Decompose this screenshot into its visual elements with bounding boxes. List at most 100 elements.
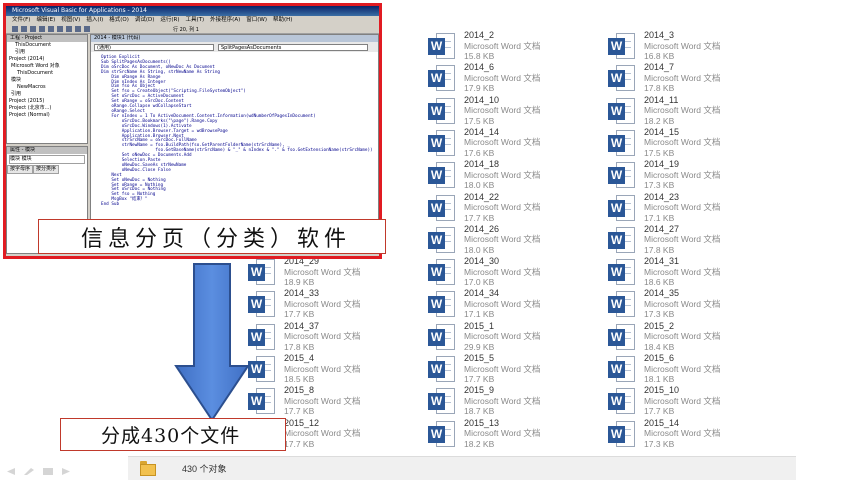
file-type: Microsoft Word 文档 (644, 428, 721, 439)
file-item[interactable]: W 2014_7 Microsoft Word 文档 17.8 KB (608, 62, 788, 94)
vba-menu-item[interactable]: 外接程序(A) (210, 16, 240, 25)
copy-icon[interactable] (48, 26, 54, 32)
file-item[interactable]: W 2015_8 Microsoft Word 文档 17.7 KB (248, 385, 428, 417)
file-name: 2015_13 (464, 417, 500, 428)
vba-menu-item[interactable]: 工具(T) (186, 16, 205, 25)
vba-menu-item[interactable]: 帮助(H) (273, 16, 292, 25)
vba-menu-item[interactable]: 格式(O) (109, 16, 129, 25)
paste-icon[interactable] (57, 26, 63, 32)
word-document-icon: W (428, 290, 456, 318)
project-tree-node[interactable]: Project (2015) (7, 98, 87, 105)
file-item[interactable]: W 2015_6 Microsoft Word 文档 18.1 KB (608, 353, 788, 385)
word-document-icon: W (428, 387, 456, 415)
stop-icon[interactable] (84, 26, 90, 32)
project-tree-node[interactable]: Microsoft Word 对象 (7, 63, 87, 70)
project-tree-node[interactable]: 模块 (7, 77, 87, 84)
vba-menu-item[interactable]: 视图(V) (61, 16, 80, 25)
file-item[interactable]: W 2014_14 Microsoft Word 文档 17.6 KB (428, 127, 608, 159)
next-slide-icon[interactable] (61, 467, 73, 476)
file-item[interactable]: W 2014_30 Microsoft Word 文档 17.0 KB (428, 256, 608, 288)
code-editor[interactable]: Option Explicit Sub SplitPagesAsDocuments… (91, 52, 378, 208)
properties-selector[interactable]: 模块 模块 (9, 155, 85, 164)
file-size: 17.3 KB (644, 438, 675, 449)
file-size: 17.7 KB (644, 406, 675, 417)
cut-icon[interactable] (39, 26, 45, 32)
procedure-combo[interactable]: SplitPagesAsDocuments (218, 43, 368, 51)
vba-menu-item[interactable]: 调试(D) (135, 16, 155, 25)
file-item[interactable]: W 2015_2 Microsoft Word 文档 18.4 KB (608, 321, 788, 353)
file-item[interactable]: W 2014_33 Microsoft Word 文档 17.7 KB (248, 288, 428, 320)
file-item[interactable]: W 2014_29 Microsoft Word 文档 18.9 KB (248, 256, 428, 288)
file-item[interactable]: W 2014_11 Microsoft Word 文档 18.2 KB (608, 95, 788, 127)
pen-icon[interactable] (23, 467, 35, 476)
run-icon[interactable] (66, 26, 72, 32)
object-combo[interactable]: (通用) (94, 43, 214, 51)
file-item[interactable]: W 2014_6 Microsoft Word 文档 17.9 KB (428, 62, 608, 94)
project-tree-node[interactable]: 引用 (7, 91, 87, 98)
file-name: 2014_11 (644, 94, 679, 105)
file-item[interactable]: W 2014_22 Microsoft Word 文档 17.7 KB (428, 192, 608, 224)
tab-categorized[interactable]: 按分类序 (33, 165, 60, 174)
project-tree-node[interactable]: NewMacros (7, 84, 87, 91)
file-size: 17.7 KB (464, 374, 495, 384)
file-item[interactable]: W 2014_2 Microsoft Word 文档 15.8 KB (428, 30, 608, 62)
insert-module-icon[interactable] (21, 26, 27, 32)
properties-tabs: 按字母序 按分类序 (7, 165, 87, 174)
vba-menu-item[interactable]: 运行(R) (160, 16, 179, 25)
file-type: Microsoft Word 文档 (284, 395, 361, 406)
project-tree-node[interactable]: 引用 (7, 49, 87, 56)
file-item[interactable]: W 2015_13 Microsoft Word 文档 18.2 KB (428, 418, 608, 450)
save-icon[interactable] (30, 26, 36, 32)
vba-menu-item[interactable]: 窗口(W) (246, 16, 267, 25)
vba-menu-item[interactable]: 编辑(E) (36, 16, 55, 25)
file-item[interactable]: W 2014_27 Microsoft Word 文档 17.8 KB (608, 224, 788, 256)
file-item[interactable]: W 2014_23 Microsoft Word 文档 17.1 KB (608, 192, 788, 224)
file-item[interactable]: W 2014_10 Microsoft Word 文档 17.5 KB (428, 95, 608, 127)
vba-menu-item[interactable]: 文件(F) (12, 16, 30, 25)
word-document-icon: W (428, 129, 456, 157)
file-item[interactable]: W 2015_4 Microsoft Word 文档 18.5 KB (248, 353, 428, 385)
file-name: 2015_4 (284, 353, 315, 363)
file-type: Microsoft Word 文档 (284, 298, 361, 309)
word-document-icon: W (608, 258, 636, 286)
caption-software: 信息分页（分类）软件 (81, 226, 352, 252)
project-tree-node[interactable]: Project (北京市...) (7, 105, 87, 112)
file-name: 2014_37 (284, 320, 320, 331)
file-item[interactable]: W 2015_10 Microsoft Word 文档 17.7 KB (608, 385, 788, 417)
file-item[interactable]: W 2014_26 Microsoft Word 文档 18.0 KB (428, 224, 608, 256)
view-word-icon[interactable] (12, 26, 18, 32)
word-document-icon: W (608, 355, 636, 383)
file-name: 2014_2 (464, 30, 495, 40)
vba-menu-item[interactable]: 插入(I) (86, 16, 103, 25)
file-name: 2014_18 (464, 159, 500, 170)
project-tree-node[interactable]: ThisDocument (7, 70, 87, 77)
file-item[interactable]: W 2014_35 Microsoft Word 文档 17.3 KB (608, 288, 788, 320)
slides-menu-icon[interactable] (42, 467, 54, 476)
file-item[interactable]: W 2014_15 Microsoft Word 文档 17.5 KB (608, 127, 788, 159)
file-item[interactable]: W 2014_19 Microsoft Word 文档 17.3 KB (608, 159, 788, 191)
file-item[interactable]: W 2014_31 Microsoft Word 文档 18.6 KB (608, 256, 788, 288)
word-document-icon: W (608, 226, 636, 254)
file-size: 17.7 KB (464, 212, 495, 223)
caption-box-bottom: 分成430个文件 (60, 418, 286, 451)
project-tree-node[interactable]: ThisDocument (7, 42, 87, 49)
file-item[interactable]: W 2015_9 Microsoft Word 文档 18.7 KB (428, 385, 608, 417)
screen: W 2014_2 Microsoft Word 文档 15.8 KB W 2014_3 Mi… (0, 0, 864, 486)
project-tree-node[interactable]: Project (Normal) (7, 112, 87, 119)
file-item[interactable]: W 2014_34 Microsoft Word 文档 17.1 KB (428, 288, 608, 320)
file-size: 18.2 KB (644, 115, 675, 126)
file-item[interactable]: W 2015_14 Microsoft Word 文档 17.3 KB (608, 418, 788, 450)
file-item[interactable]: W 2015_5 Microsoft Word 文档 17.7 KB (428, 353, 608, 385)
vba-toolbar: 行 20, 列 1 (6, 25, 379, 34)
tab-alphabetic[interactable]: 按字母序 (7, 165, 34, 174)
file-item[interactable]: W 2014_37 Microsoft Word 文档 17.8 KB (248, 321, 428, 353)
file-size: 17.6 KB (464, 147, 495, 158)
file-item[interactable]: W 2014_18 Microsoft Word 文档 18.0 KB (428, 159, 608, 191)
file-item[interactable]: W 2014_3 Microsoft Word 文档 16.8 KB (608, 30, 788, 62)
pause-icon[interactable] (75, 26, 81, 32)
file-name: 2015_9 (464, 385, 495, 396)
project-tree-node[interactable]: Project (2014) (7, 56, 87, 63)
file-item[interactable]: W 2015_1 Microsoft Word 文档 29.9 KB (428, 321, 608, 353)
file-size: 17.1 KB (644, 212, 675, 223)
previous-slide-icon[interactable] (4, 467, 16, 476)
